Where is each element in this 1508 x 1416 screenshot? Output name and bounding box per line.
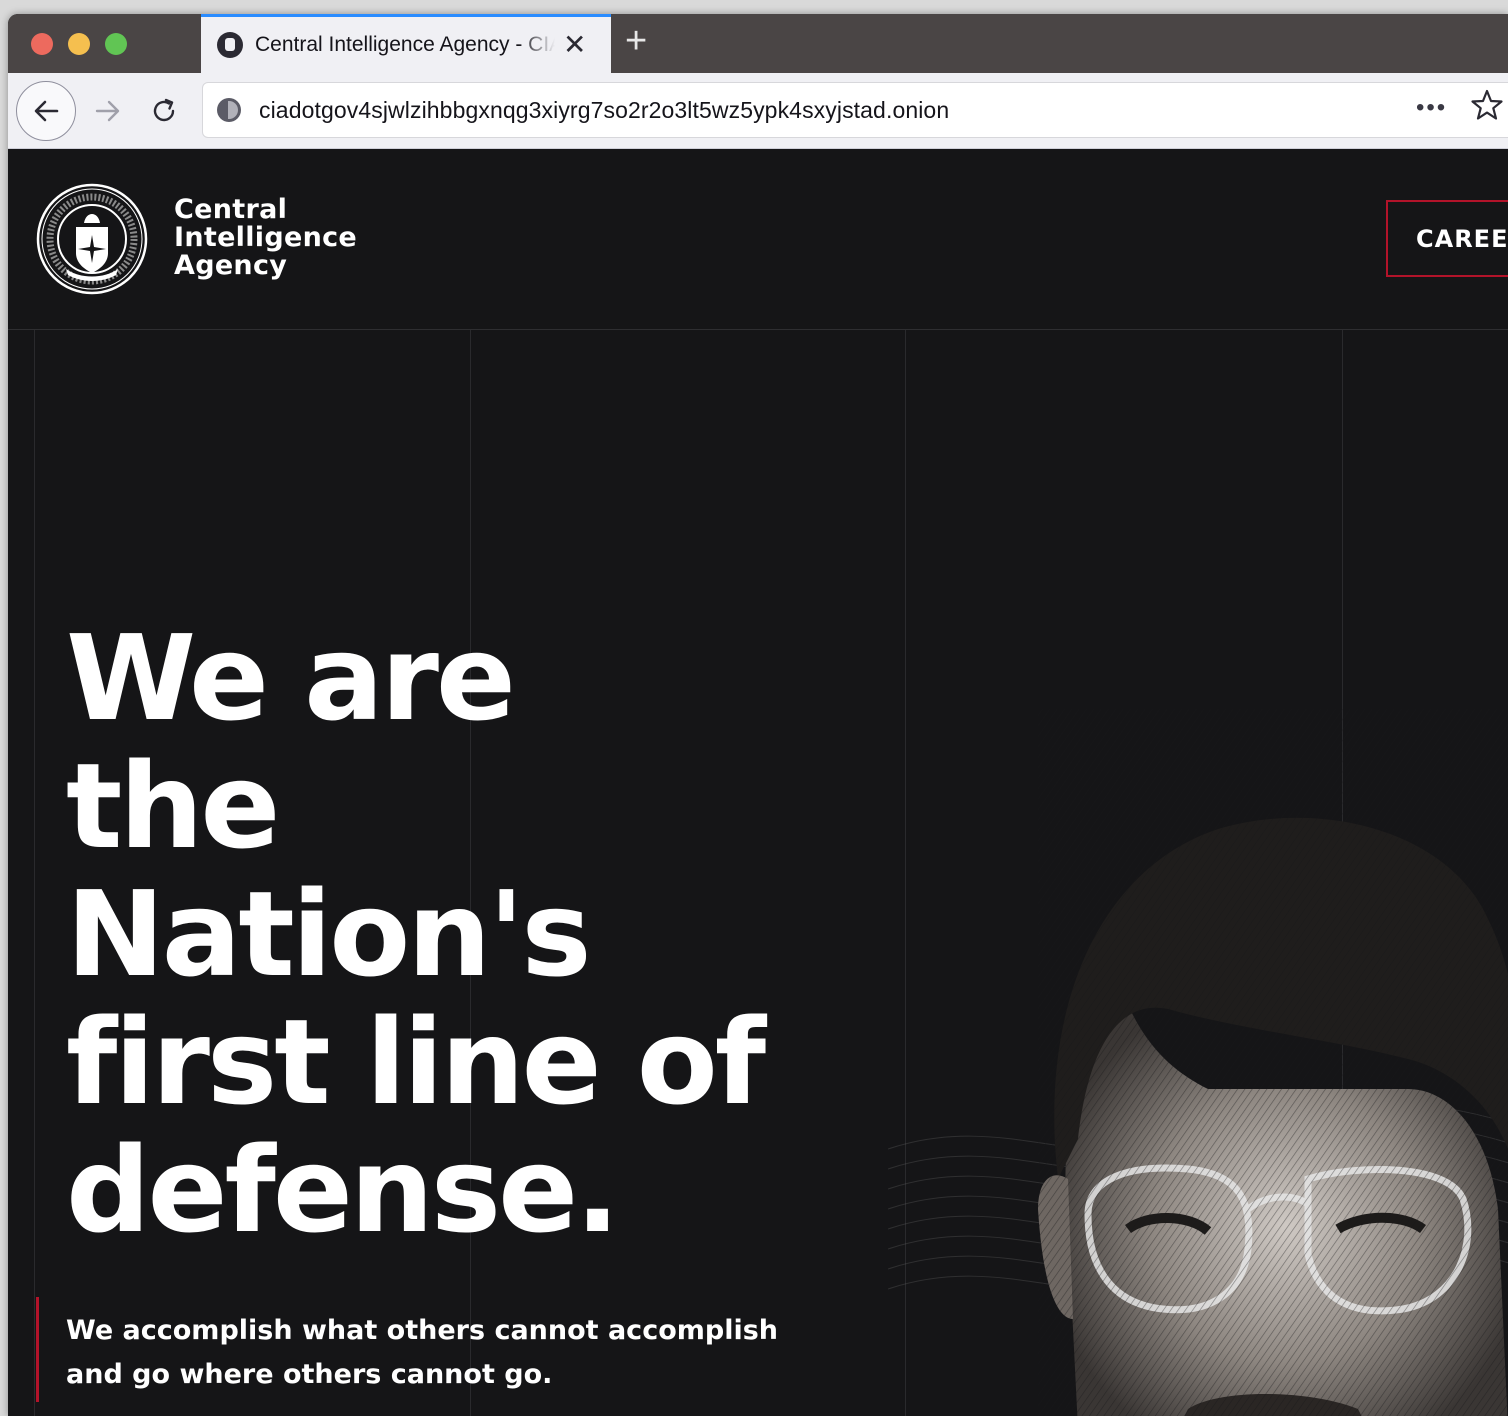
brand-line: Central	[174, 194, 288, 225]
careers-button[interactable]: CAREERS	[1386, 200, 1508, 277]
headline-line: defense.	[66, 1121, 620, 1259]
headline-line: first line of	[66, 993, 766, 1131]
hero-headline: We are the Nation's first line of defens…	[66, 614, 906, 1254]
bookmark-button[interactable]	[1470, 88, 1504, 127]
brand-line: Agency	[174, 250, 288, 281]
onion-site-icon[interactable]	[217, 98, 241, 122]
hero-subtext: We accomplish what others cannot accompl…	[66, 1309, 906, 1397]
brand-line: Intelligence	[174, 222, 358, 253]
headline-line: the	[66, 737, 280, 875]
minimize-window-button[interactable]	[68, 33, 90, 55]
accent-bar	[36, 1297, 39, 1402]
arrow-left-icon	[34, 100, 59, 122]
cia-favicon-icon	[217, 32, 243, 58]
star-icon	[1471, 89, 1503, 120]
arrow-right-icon	[95, 100, 120, 122]
new-tab-button[interactable]: +	[625, 22, 647, 60]
agency-wordmark[interactable]: Central Intelligence Agency	[174, 196, 357, 280]
subtext-line: We accomplish what others cannot accompl…	[66, 1315, 779, 1346]
tab-strip: Central Intelligence Agency - CIA ✕ +	[8, 14, 1508, 73]
close-tab-icon[interactable]: ✕	[563, 31, 586, 59]
headline-line: We are	[66, 609, 516, 747]
address-bar[interactable]: ciadotgov4sjwlzihbbgxnqg3xiyrg7so2r2o3lt…	[202, 82, 1508, 138]
close-window-button[interactable]	[31, 33, 53, 55]
headline-line: Nation's	[66, 865, 592, 1003]
page-actions-button[interactable]: •••	[1416, 94, 1447, 122]
site-header: Central Intelligence Agency CAREERS	[8, 149, 1508, 330]
forward-button[interactable]	[86, 87, 130, 135]
subtext-line: and go where others cannot go.	[66, 1359, 553, 1390]
tab-active[interactable]: Central Intelligence Agency - CIA ✕	[201, 14, 611, 73]
grid-line	[34, 330, 35, 1416]
url-text[interactable]: ciadotgov4sjwlzihbbgxnqg3xiyrg7so2r2o3lt…	[259, 97, 949, 124]
browser-window: Central Intelligence Agency - CIA ✕ + ci…	[8, 14, 1508, 1416]
reload-icon	[153, 98, 175, 122]
back-button[interactable]	[16, 81, 76, 141]
navigation-toolbar: ciadotgov4sjwlzihbbgxnqg3xiyrg7so2r2o3lt…	[8, 73, 1508, 149]
web-page: Central Intelligence Agency CAREERS We a…	[8, 149, 1508, 1416]
cia-seal-logo[interactable]	[36, 183, 148, 295]
hero-portrait-image	[888, 709, 1508, 1416]
tab-title: Central Intelligence Agency - CIA	[255, 33, 555, 56]
zoom-window-button[interactable]	[105, 33, 127, 55]
reload-button[interactable]	[142, 87, 186, 135]
